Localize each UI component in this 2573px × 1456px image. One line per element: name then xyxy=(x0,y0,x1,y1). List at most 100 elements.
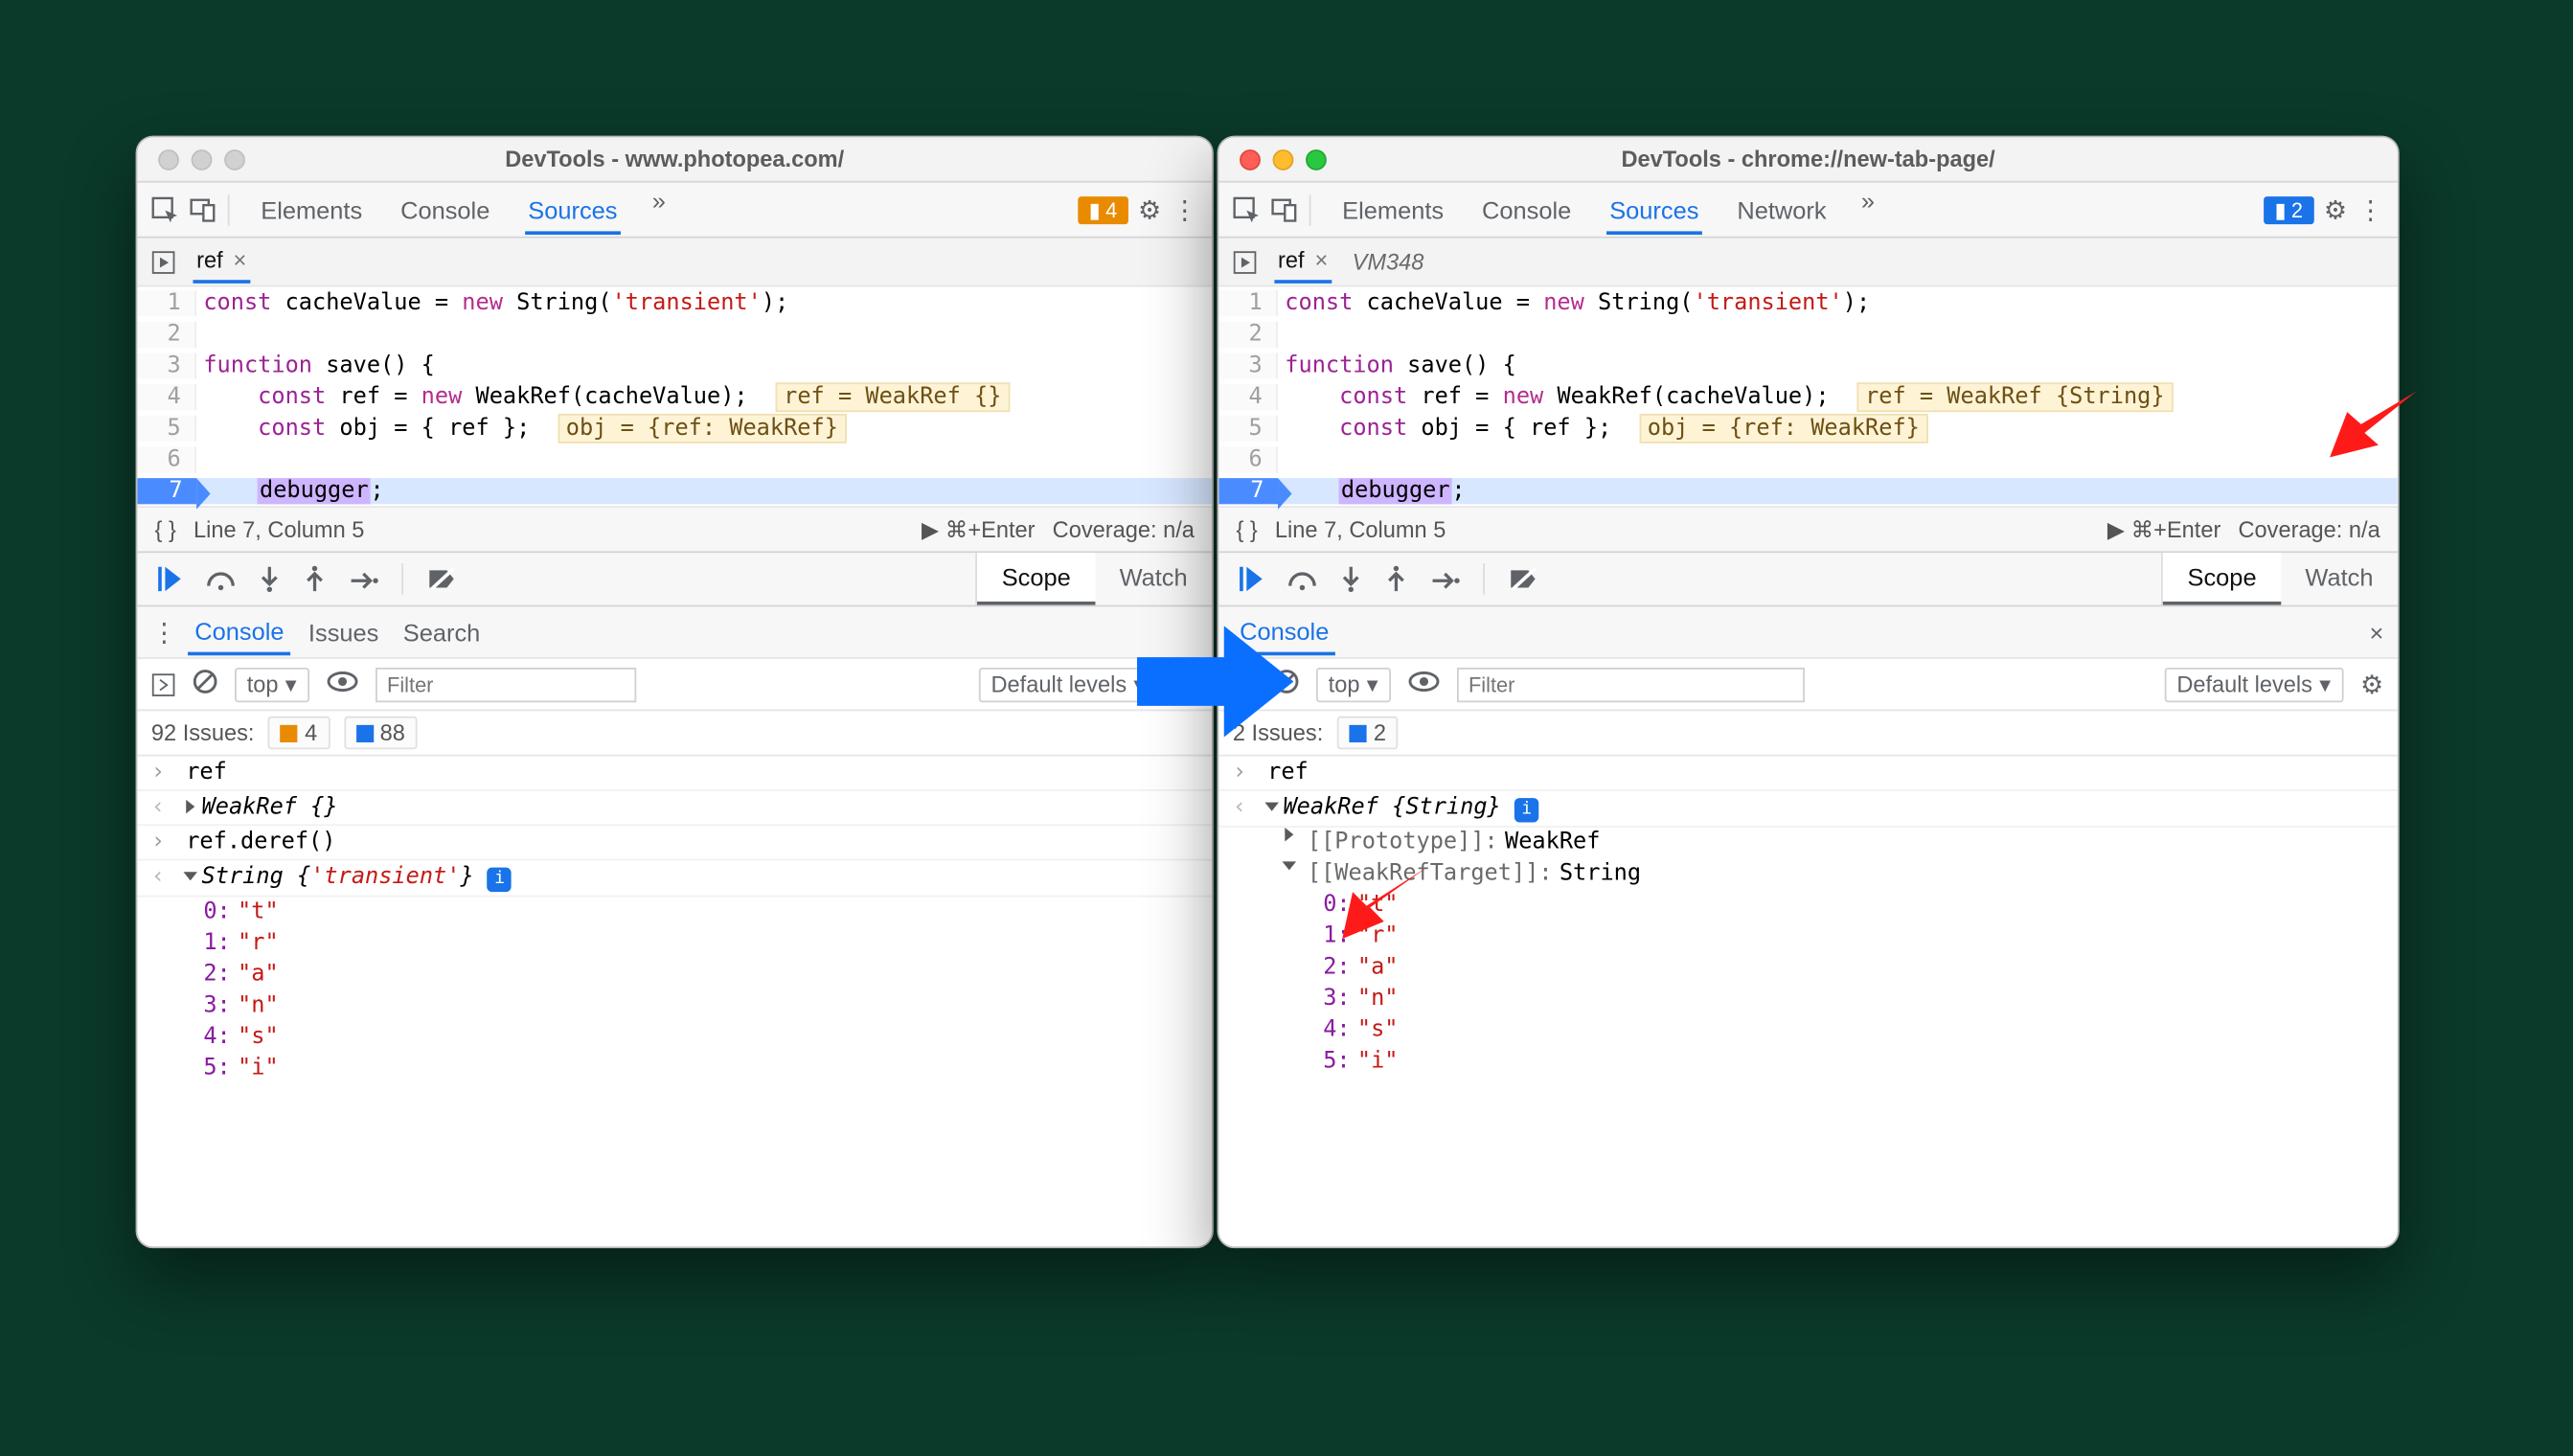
kebab-menu-icon[interactable]: ⋮ xyxy=(1172,193,1197,225)
titlebar: DevTools - www.photopea.com/ xyxy=(137,137,1212,182)
console-result[interactable]: WeakRef {String} i xyxy=(1267,794,1538,821)
step-over-icon[interactable] xyxy=(1288,555,1316,603)
console-toolbar: top ▾ Default levels ▾ ⚙ xyxy=(137,659,1212,711)
file-tabs: ref× xyxy=(137,239,1212,287)
settings-icon[interactable]: ⚙ xyxy=(2324,193,2347,225)
scope-tab[interactable]: Scope xyxy=(977,553,1095,604)
step-into-icon[interactable] xyxy=(1340,555,1361,603)
braces-icon[interactable]: { } xyxy=(155,516,176,542)
step-out-icon[interactable] xyxy=(305,555,326,603)
live-expression-icon[interactable] xyxy=(327,671,358,697)
close-icon[interactable]: × xyxy=(1314,247,1328,273)
drawer-menu-icon[interactable]: ⋮ xyxy=(151,616,177,648)
debugger-toolbar: Scope Watch xyxy=(1218,551,2398,606)
scope-tab[interactable]: Scope xyxy=(2163,553,2281,604)
device-toolbar-icon[interactable] xyxy=(1271,195,1299,223)
tab-elements[interactable]: Elements xyxy=(1339,185,1447,234)
coverage-status[interactable]: Coverage: n/a xyxy=(1053,516,1195,542)
more-tabs-icon[interactable]: » xyxy=(652,185,666,234)
console-result[interactable]: String {'transient'} i xyxy=(186,864,512,891)
coverage-status[interactable]: Coverage: n/a xyxy=(2239,516,2380,542)
step-into-icon[interactable] xyxy=(259,555,280,603)
info-badge[interactable]: ▮2 xyxy=(2265,195,2313,223)
context-selector[interactable]: top ▾ xyxy=(235,667,308,701)
console-output[interactable]: ›ref ‹WeakRef {} ›ref.deref() ‹String {'… xyxy=(137,757,1212,1247)
info-icon[interactable]: i xyxy=(1514,797,1538,821)
live-expression-icon[interactable] xyxy=(1407,671,1439,697)
log-levels-selector[interactable]: Default levels ▾ xyxy=(2165,667,2343,701)
expanded-object: 0: "t" 1: "r" 2: "a" 3: "n" 4: "s" 5: "i… xyxy=(137,897,1212,1084)
log-levels-selector[interactable]: Default levels ▾ xyxy=(979,667,1157,701)
tab-elements[interactable]: Elements xyxy=(258,185,366,234)
main-tabs-row: Elements Console Sources Network » ▮2 ⚙ … xyxy=(1218,183,2398,239)
filter-input[interactable] xyxy=(1456,667,1804,701)
issues-bar[interactable]: 2 Issues: 2 xyxy=(1218,711,2398,756)
deactivate-breakpoints-icon[interactable] xyxy=(1509,555,1537,603)
drawer-tabs: Console × xyxy=(1218,606,2398,658)
kebab-menu-icon[interactable]: ⋮ xyxy=(2357,193,2383,225)
console-input: ref xyxy=(1267,760,1309,785)
braces-icon[interactable]: { } xyxy=(1236,516,1257,542)
inline-hint: obj = {ref: WeakRef} xyxy=(1639,413,1928,443)
clear-console-icon[interactable] xyxy=(193,670,216,699)
issues-bar[interactable]: 92 Issues: 4 88 xyxy=(137,711,1212,756)
main-tabs-row: Elements Console Sources » ▮4 ⚙ ⋮ xyxy=(137,183,1212,239)
console-result[interactable]: WeakRef {} xyxy=(186,794,337,820)
transition-arrow-icon xyxy=(1137,626,1293,737)
window-title: DevTools - www.photopea.com/ xyxy=(137,146,1212,171)
main-tabs: Elements Console Sources » xyxy=(258,185,1068,234)
device-toolbar-icon[interactable] xyxy=(190,195,217,223)
watch-tab[interactable]: Watch xyxy=(2281,553,2398,604)
settings-icon[interactable]: ⚙ xyxy=(1138,193,1161,225)
breakpoint-line[interactable]: 7 debugger; xyxy=(137,474,1212,506)
file-tab-vm[interactable]: VM348 xyxy=(1349,241,1427,282)
code-editor[interactable]: 1const cacheValue = new String('transien… xyxy=(1218,286,2398,506)
context-selector[interactable]: top ▾ xyxy=(1316,667,1390,701)
file-tab-ref[interactable]: ref× xyxy=(1274,239,1331,283)
file-tabs: ref× VM348 xyxy=(1218,239,2398,287)
watch-tab[interactable]: Watch xyxy=(1095,553,1212,604)
inspect-icon[interactable] xyxy=(151,195,179,223)
drawer-tabs: ⋮ Console Issues Search xyxy=(137,606,1212,658)
issues-total: 92 Issues: xyxy=(151,719,255,745)
breakpoint-line[interactable]: 7 debugger; xyxy=(1218,474,2398,506)
console-toolbar: top ▾ Default levels ▾ ⚙ xyxy=(1218,659,2398,711)
step-icon[interactable] xyxy=(350,555,377,603)
warning-badge[interactable]: ▮4 xyxy=(1079,195,1127,223)
tab-console[interactable]: Console xyxy=(397,185,493,234)
annotation-arrow-icon xyxy=(2330,391,2417,461)
step-over-icon[interactable] xyxy=(207,555,235,603)
issues-warning-chip[interactable]: 4 xyxy=(268,717,330,749)
drawer-tab-issues[interactable]: Issues xyxy=(302,610,386,653)
tab-sources[interactable]: Sources xyxy=(1606,185,1702,234)
deactivate-breakpoints-icon[interactable] xyxy=(427,555,455,603)
console-sidebar-icon[interactable] xyxy=(151,671,175,695)
console-output[interactable]: ›ref ‹WeakRef {String} i [[Prototype]]: … xyxy=(1218,757,2398,1247)
expanded-object: [[Prototype]]: WeakRef [[WeakRefTarget]]… xyxy=(1218,827,2398,1077)
resume-icon[interactable] xyxy=(1240,555,1264,603)
devtools-window-right: DevTools - chrome://new-tab-page/ Elemen… xyxy=(1218,136,2400,1249)
drawer-tab-search[interactable]: Search xyxy=(397,610,488,653)
more-tabs-icon[interactable]: » xyxy=(1861,185,1875,234)
issues-info-chip[interactable]: 2 xyxy=(1337,717,1399,749)
issues-info-chip[interactable]: 88 xyxy=(343,717,417,749)
step-icon[interactable] xyxy=(1431,555,1459,603)
warning-icon: ▮ xyxy=(1089,197,1101,221)
tab-console[interactable]: Console xyxy=(1478,185,1575,234)
editor-statusbar: { } Line 7, Column 5 ▶ ⌘+Enter Coverage:… xyxy=(1218,506,2398,551)
file-tab-ref[interactable]: ref× xyxy=(193,239,249,283)
tab-network[interactable]: Network xyxy=(1734,185,1830,234)
step-out-icon[interactable] xyxy=(1386,555,1407,603)
info-icon[interactable]: i xyxy=(488,867,512,891)
close-drawer-icon[interactable]: × xyxy=(2370,618,2384,646)
run-snippet-icon[interactable] xyxy=(151,249,175,273)
resume-icon[interactable] xyxy=(158,555,182,603)
filter-input[interactable] xyxy=(375,667,635,701)
run-snippet-icon[interactable] xyxy=(1233,249,1257,273)
close-icon[interactable]: × xyxy=(234,247,247,273)
tab-sources[interactable]: Sources xyxy=(525,185,621,234)
drawer-tab-console[interactable]: Console xyxy=(188,608,291,655)
console-settings-icon[interactable]: ⚙ xyxy=(2360,669,2383,700)
inspect-icon[interactable] xyxy=(1233,195,1261,223)
code-editor[interactable]: 1const cacheValue = new String('transien… xyxy=(137,286,1212,506)
